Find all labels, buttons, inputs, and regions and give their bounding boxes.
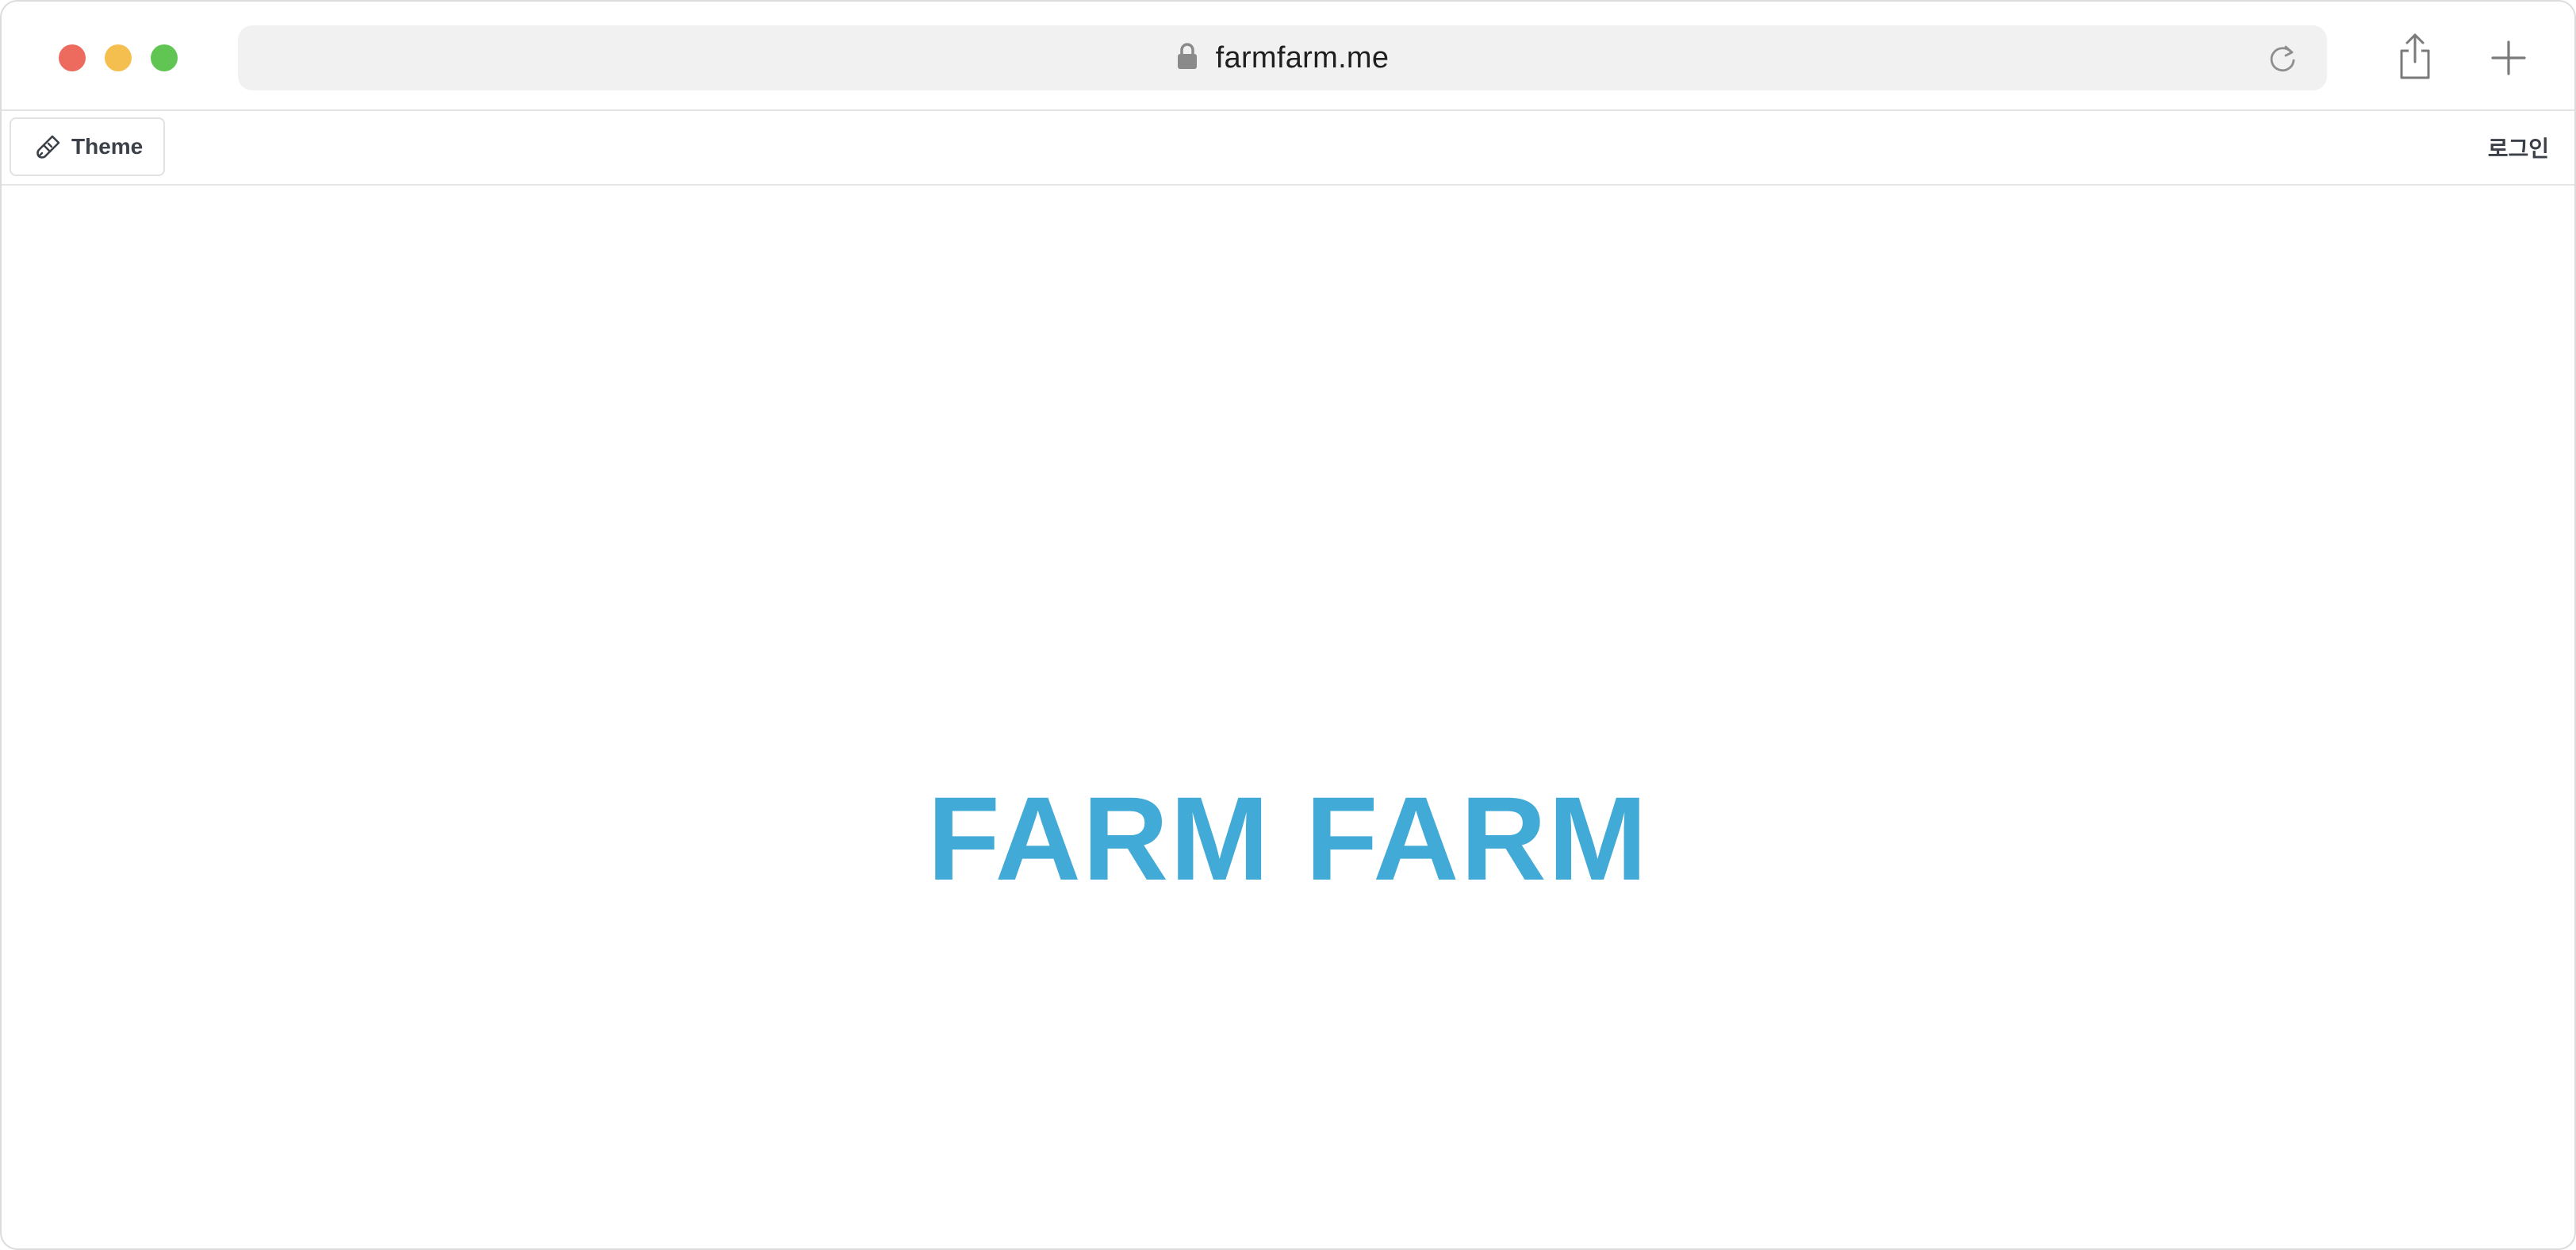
address-bar-content: farmfarm.me [238, 25, 2327, 90]
site-header: Theme 로그인 [2, 111, 2574, 186]
address-bar[interactable]: farmfarm.me [238, 25, 2327, 90]
lock-icon [1177, 43, 1197, 69]
browser-window: farmfarm.me Theme 로그인 FARM FARM [0, 0, 2576, 1250]
reload-icon[interactable] [2267, 43, 2298, 75]
theme-button-label: Theme [71, 134, 144, 159]
url-text: farmfarm.me [1215, 40, 1390, 75]
share-icon[interactable] [2397, 32, 2433, 81]
login-link[interactable]: 로그인 [2488, 132, 2549, 163]
brush-icon [36, 135, 60, 159]
theme-button[interactable]: Theme [10, 117, 165, 176]
plus-icon[interactable] [2490, 40, 2527, 76]
maximize-window-button[interactable] [151, 44, 178, 71]
hero-title: FARM FARM [927, 772, 1649, 905]
minimize-window-button[interactable] [105, 44, 132, 71]
main-content: FARM FARM [2, 186, 2574, 1248]
close-window-button[interactable] [59, 44, 86, 71]
browser-toolbar: farmfarm.me [2, 2, 2574, 111]
